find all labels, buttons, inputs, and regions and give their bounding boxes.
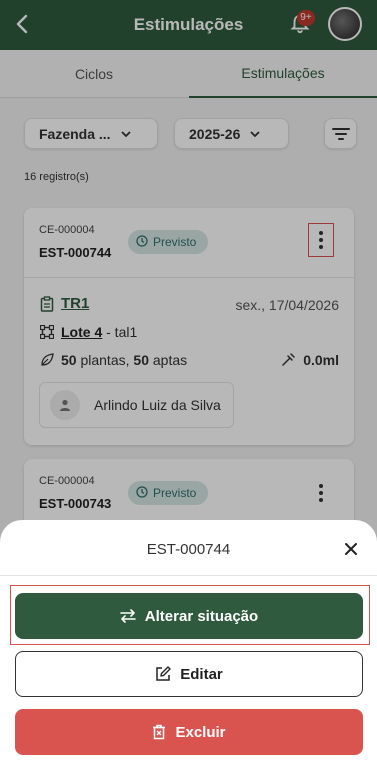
sheet-divider: [0, 575, 377, 576]
trash-icon: [152, 724, 166, 740]
swap-arrows-icon: [119, 609, 136, 623]
delete-button[interactable]: Excluir: [15, 709, 363, 755]
edit-icon: [155, 666, 171, 682]
edit-button[interactable]: Editar: [15, 651, 363, 697]
sheet-title: EST-000744: [146, 541, 231, 558]
change-status-label: Alterar situação: [144, 607, 259, 625]
delete-label: Excluir: [175, 723, 226, 741]
actions-bottom-sheet: EST-000744 Alterar situação Editar Exclu…: [0, 520, 377, 771]
change-status-button[interactable]: Alterar situação: [15, 593, 363, 639]
close-icon[interactable]: [340, 538, 362, 560]
edit-label: Editar: [180, 665, 223, 683]
